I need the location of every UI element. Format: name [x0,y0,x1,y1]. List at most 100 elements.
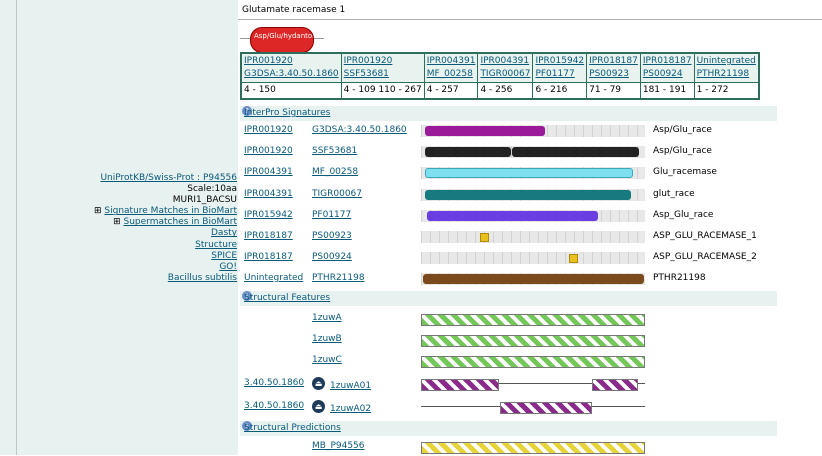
prediction-row: MB_P94556 [238,438,822,456]
signature-link[interactable]: SSF53681 [344,69,389,79]
structure-link[interactable]: 1zuwA [312,313,342,323]
match-bar[interactable] [569,254,578,263]
match-cell: IPR018187 PS00924 [639,52,695,83]
match-bar[interactable] [425,190,631,200]
signature-link[interactable]: PS00923 [589,69,629,79]
entry-link[interactable]: IPR015942 [244,210,293,220]
spice-link[interactable]: SPICE [211,251,237,261]
entry-link[interactable]: IPR018187 [244,252,293,262]
signature-row: IPR018187 PS00924 ASP_GLU_RACEMASE_2 [238,249,822,267]
signature-row: IPR004391 TIGR00067 glut_race [238,186,822,204]
entry-link[interactable]: IPR001920 [244,146,293,156]
signature-link[interactable]: PS00923 [312,231,352,241]
range-cell: 181 - 191 [639,82,695,100]
structure-link[interactable]: 1zuwC [312,355,342,365]
structure-row: 3.40.50.1860 ⏏ 1zuwA02 [238,398,822,416]
uniprot-id-link[interactable]: P94556 [203,173,237,183]
uniprot-link[interactable]: UniProtKB/Swiss-Prot : [100,173,202,183]
domain-pill[interactable]: Asp/Glu/hydantoin [250,27,314,53]
dasty-link[interactable]: Dasty [211,228,237,238]
structure-row: 1zuwA [238,310,822,328]
entry-link[interactable]: IPR001920 [244,56,293,66]
sequence-track [421,252,645,264]
entry-name: MURI1_BACSU [172,195,237,206]
match-label: ASP_GLU_RACEMASE_1 [653,231,757,241]
signature-row: Unintegrated PTHR21198 PTHR21198 [238,270,822,288]
signature-link[interactable]: PTHR21198 [697,69,750,79]
structure-bar[interactable] [592,379,638,391]
domain-link[interactable]: 3.40.50.1860 [244,401,304,411]
match-cell: IPR004391 MF_00258 [423,52,479,83]
structure-link[interactable]: 1zuwB [312,334,342,344]
structure-link[interactable]: 1zuwA02 [330,404,371,414]
match-label: glut_race [653,189,695,199]
match-label: Asp_Glu_race [653,210,714,220]
range-cell: 1 - 272 [693,82,760,100]
entry-link[interactable]: IPR001920 [244,125,293,135]
signature-row: IPR018187 PS00923 ASP_GLU_RACEMASE_1 [238,228,822,246]
signature-link[interactable]: PTHR21198 [312,273,365,283]
taxonomy-link[interactable]: Bacillus subtilis [168,273,237,283]
prediction-link[interactable]: MB_P94556 [312,441,365,451]
structural-features-link[interactable]: Structural Features [244,293,330,303]
signature-row: IPR001920 SSF53681 Asp/Glu_race [238,143,822,161]
structure-link[interactable]: Structure [195,240,237,250]
signature-link[interactable]: MF_00258 [312,167,358,177]
entry-link[interactable]: IPR018187 [244,231,293,241]
entry-link[interactable]: IPR001920 [344,56,393,66]
match-bar[interactable] [423,274,644,284]
interpro-signatures-link[interactable]: InterPro Signatures [244,108,330,118]
entry-link[interactable]: IPR004391 [480,56,529,66]
entry-link[interactable]: IPR004391 [244,189,293,199]
entry-link[interactable]: Unintegrated [697,56,756,66]
entry-link[interactable]: IPR004391 [244,167,293,177]
match-cell: IPR001920 G3DSA:3.40.50.1860 [240,52,342,83]
range-cell: 4 - 150 [240,82,342,100]
title-divider [238,19,822,20]
signature-link[interactable]: TIGR00067 [312,189,362,199]
structural-features-label: Structural Features [244,293,331,303]
signature-link[interactable]: PF01177 [535,69,574,79]
signature-row: IPR004391 MF_00258 Glu_racemase [238,164,822,182]
match-bar[interactable] [512,147,639,157]
pdb-icon[interactable]: ⏏ [312,377,325,390]
signature-link[interactable]: MF_00258 [427,69,473,79]
entry-link[interactable]: Unintegrated [244,273,303,283]
signature-link[interactable]: G3DSA:3.40.50.1860 [312,125,407,135]
entry-link[interactable]: IPR015942 [535,56,584,66]
signature-link[interactable]: PS00924 [643,69,683,79]
structural-features-header: Structural Features? [240,291,777,306]
match-bar[interactable] [425,126,545,136]
entry-link[interactable]: IPR018187 [589,56,638,66]
pdb-icon[interactable]: ⏏ [312,400,325,413]
prediction-bar[interactable] [421,442,645,454]
signature-link[interactable]: PF01177 [312,210,351,220]
structure-row: 1zuwC [238,352,822,370]
interpro-signatures-label: InterPro Signatures [244,108,331,118]
structure-bar[interactable] [500,402,592,414]
signature-matches-link[interactable]: Signature Matches in BioMart [104,206,237,216]
match-cell: IPR004391 TIGR00067 [477,52,534,83]
match-bar[interactable] [480,233,489,242]
match-bar[interactable] [425,168,633,178]
signature-row: IPR015942 PF01177 Asp_Glu_race [238,207,822,225]
signature-link[interactable]: SSF53681 [312,146,357,156]
supermatches-link[interactable]: Supermatches in BioMart [123,217,237,227]
signature-link[interactable]: PS00924 [312,252,352,262]
structural-predictions-link[interactable]: Structural Predictions [244,423,341,433]
structure-bar[interactable] [421,356,645,368]
structure-bar[interactable] [421,314,645,326]
match-bar[interactable] [425,147,511,157]
structure-bar[interactable] [421,379,499,391]
signature-link[interactable]: TIGR00067 [480,69,530,79]
structure-link[interactable]: 1zuwA01 [330,381,371,391]
match-label: Glu_racemase [653,167,717,177]
range-cell: 71 - 79 [586,82,641,100]
match-bar[interactable] [427,211,598,221]
go-link[interactable]: GO! [219,262,237,272]
entry-link[interactable]: IPR018187 [643,56,692,66]
signature-link[interactable]: G3DSA:3.40.50.1860 [244,69,339,79]
entry-link[interactable]: IPR004391 [427,56,476,66]
domain-link[interactable]: 3.40.50.1860 [244,378,304,388]
structure-bar[interactable] [421,335,645,347]
